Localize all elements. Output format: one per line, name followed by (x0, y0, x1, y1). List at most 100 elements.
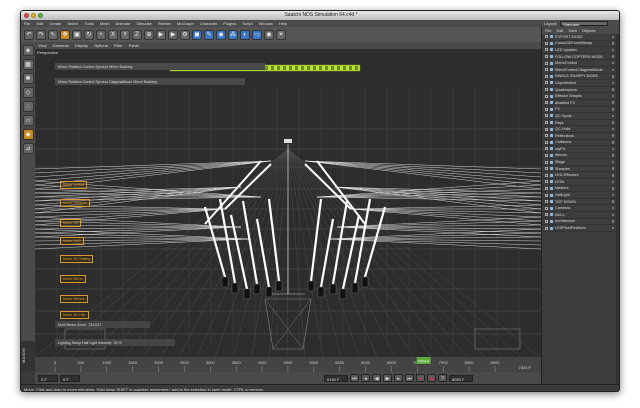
expand-icon[interactable] (545, 173, 548, 177)
object-row[interactable]: FX (542, 107, 616, 114)
visibility-dot-icon[interactable] (611, 141, 614, 144)
object-row[interactable]: disabled FX (542, 100, 616, 107)
render-view-icon[interactable]: ▶ (156, 29, 166, 40)
expand-icon[interactable] (545, 219, 548, 223)
object-row[interactable]: TOP DOWN (542, 199, 616, 206)
object-row[interactable]: NULL (542, 212, 616, 219)
null-label[interactable]: Mirror BKG (60, 237, 84, 245)
visibility-dot-icon[interactable] (611, 35, 614, 39)
visibility-dot-icon[interactable] (611, 101, 614, 104)
expand-icon[interactable] (545, 88, 548, 92)
workplane-icon[interactable]: ◇ (22, 87, 34, 98)
menu-help[interactable]: Help (279, 21, 287, 26)
object-row[interactable]: LEDs (542, 179, 616, 186)
model-mode-icon[interactable]: ▦ (22, 59, 34, 70)
object-row[interactable]: ColorA3DFromBitmap (542, 41, 616, 48)
close-icon[interactable] (24, 13, 29, 18)
menu-file[interactable]: File (24, 21, 30, 26)
visibility-dot-icon[interactable] (611, 55, 614, 58)
object-row[interactable]: HallLight (542, 192, 616, 199)
make-editable-icon[interactable]: ◈ (22, 45, 34, 56)
object-row[interactable]: LED-Effectors (542, 172, 616, 180)
redo-icon[interactable]: ↷ (36, 29, 46, 40)
floor-icon[interactable]: ▭ (252, 29, 262, 40)
visibility-dot-icon[interactable] (611, 206, 614, 210)
menu-window[interactable]: Window (259, 21, 273, 26)
null-label[interactable]: Mirror Mirror (60, 275, 86, 283)
object-row[interactable]: LEDPixelPositions (542, 225, 616, 232)
expand-icon[interactable] (545, 206, 548, 210)
om-menu-objects[interactable]: Objects (582, 28, 596, 33)
viewport-menu-panel[interactable]: Panel (129, 43, 139, 48)
om-menu-edit[interactable]: Edit (556, 28, 563, 33)
visibility-dot-icon[interactable] (611, 108, 614, 111)
expand-icon[interactable] (545, 121, 548, 125)
visibility-dot-icon[interactable] (611, 127, 614, 131)
expand-icon[interactable] (545, 68, 548, 72)
expand-icon[interactable] (545, 153, 548, 157)
null-label[interactable]: Mirror VC (60, 219, 82, 227)
object-row[interactable]: Mirrors (542, 153, 616, 160)
current-frame-field[interactable]: 6150 F (324, 374, 348, 382)
expand-icon[interactable] (545, 74, 548, 78)
start-frame-field[interactable]: 0 F (38, 374, 58, 382)
edges-mode-icon[interactable]: ▱ (22, 115, 34, 126)
select-arrow-icon[interactable]: ↖ (48, 29, 58, 40)
visibility-dot-icon[interactable] (611, 81, 614, 85)
expand-icon[interactable] (545, 107, 548, 111)
undo-icon[interactable]: ↶ (24, 29, 34, 40)
render-picture-viewer-icon[interactable]: ▶ (168, 29, 178, 40)
deformer-icon[interactable]: ◐ (240, 29, 250, 40)
visibility-dot-icon[interactable] (611, 42, 614, 45)
max-frame-field[interactable]: 8050 F (449, 374, 473, 382)
expand-icon[interactable] (545, 200, 548, 204)
go-to-end-icon[interactable]: ⏭ (405, 374, 414, 382)
viewport-menu-options[interactable]: Options (94, 43, 108, 48)
points-mode-icon[interactable]: ∴ (22, 101, 34, 112)
expand-icon[interactable] (545, 41, 548, 45)
expand-icon[interactable] (545, 147, 548, 151)
autokey-icon[interactable]: ◉ (427, 374, 436, 382)
polygons-mode-icon[interactable]: ◆ (22, 129, 34, 140)
expand-icon[interactable] (545, 48, 548, 52)
texture-mode-icon[interactable]: ✱ (22, 73, 34, 84)
object-row[interactable]: SINGLE SHARPY MODE (542, 74, 616, 81)
cube-icon[interactable]: ◼ (192, 29, 202, 40)
menu-create[interactable]: Create (49, 21, 61, 26)
object-row[interactable]: MirrorControl.DiagonalMode (542, 67, 616, 74)
record-icon[interactable]: ● (416, 374, 425, 382)
attribute-row-2[interactable]: Mirror Rotation Control Symzzo DiagonalM… (55, 78, 245, 85)
visibility-dot-icon[interactable] (611, 220, 614, 223)
menu-simulate[interactable]: Simulate (136, 21, 152, 26)
object-row[interactable]: QC-Spots (542, 113, 616, 120)
visibility-dot-icon[interactable] (611, 213, 614, 217)
light-intensity-slider[interactable]: Lighting Setup Half Light Intensity 26 % (55, 339, 175, 346)
menu-edit[interactable]: Edit (36, 21, 43, 26)
camera-icon[interactable]: ◉ (264, 29, 274, 40)
expand-icon[interactable] (545, 167, 548, 171)
y-axis-icon[interactable]: Y (120, 29, 130, 40)
x-axis-icon[interactable]: X (108, 29, 118, 40)
menu-tools[interactable]: Tools (85, 21, 94, 26)
menu-script[interactable]: Script (242, 21, 252, 26)
visibility-dot-icon[interactable] (611, 61, 614, 65)
object-row[interactable]: Cameras (542, 205, 616, 213)
visibility-dot-icon[interactable] (611, 174, 614, 177)
step-forward-icon[interactable]: ▸ (394, 374, 403, 382)
expand-icon[interactable] (545, 35, 548, 39)
visibility-dot-icon[interactable] (611, 68, 614, 72)
visibility-dot-icon[interactable] (611, 75, 614, 78)
min-frame-field[interactable]: 0 F (60, 374, 80, 382)
expand-icon[interactable] (545, 180, 548, 184)
null-label[interactable]: Mirror 3D Hidr (60, 311, 89, 319)
object-row[interactable]: rayFix (542, 146, 616, 153)
object-list-scrollbar[interactable] (616, 34, 619, 384)
expand-icon[interactable] (545, 81, 548, 85)
play-icon[interactable]: ▶ (383, 374, 392, 382)
object-row[interactable]: Masters (542, 186, 616, 193)
visibility-dot-icon[interactable] (611, 167, 614, 170)
menu-select[interactable]: Select (67, 21, 78, 26)
expand-icon[interactable] (545, 114, 548, 118)
menu-mograph[interactable]: MoGraph (177, 21, 194, 26)
menu-character[interactable]: Character (200, 21, 218, 26)
